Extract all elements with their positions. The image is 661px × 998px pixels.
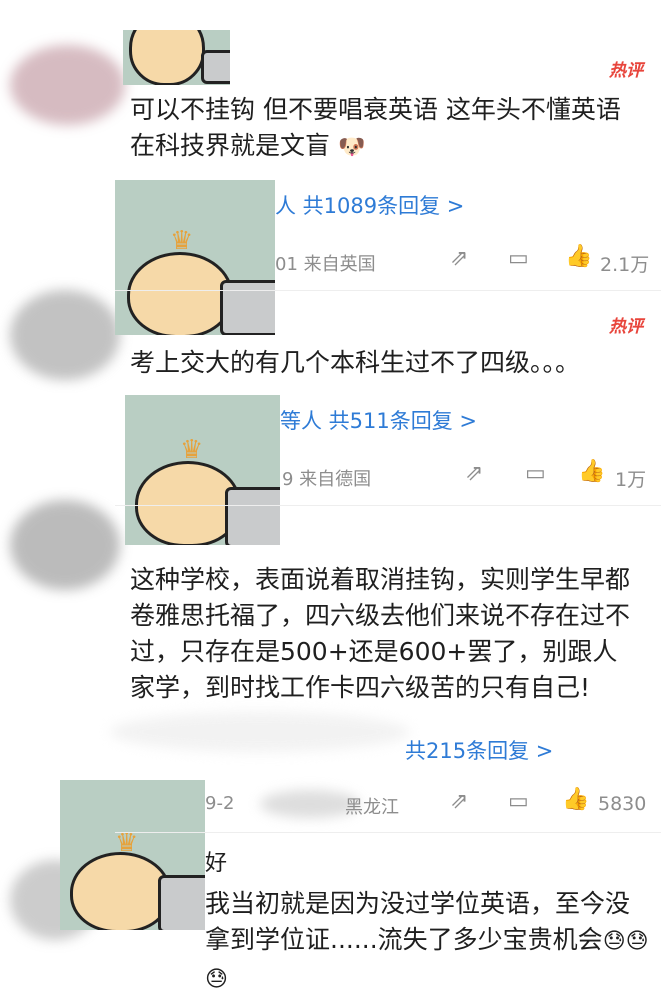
username-fragment: 好 bbox=[205, 851, 228, 876]
comment-text: 可以不挂钩 但不要唱衰英语 这年头不懂英语 在科技界就是文盲 🐶 bbox=[130, 95, 621, 160]
comment-text: 考上交大的有几个本科生过不了四级。。。 bbox=[130, 348, 581, 377]
hot-comment-badge: 热评 bbox=[609, 317, 643, 337]
like-count: 1万 bbox=[615, 469, 647, 491]
comment-meta-date: 9-2 bbox=[205, 793, 235, 814]
blurred-avatar bbox=[10, 500, 120, 590]
like-count: 2.1万 bbox=[600, 254, 650, 276]
comment-meta: 01 来自英国 bbox=[275, 254, 376, 275]
view-replies-link[interactable]: 共215条回复 > bbox=[405, 735, 553, 765]
bear-sticker: ♛ bbox=[115, 180, 275, 335]
share-icon[interactable]: ⇗ bbox=[450, 246, 468, 271]
view-replies-link[interactable]: 人 共1089条回复 > bbox=[275, 190, 464, 220]
blurred-avatar bbox=[10, 45, 125, 125]
thumbs-up-icon[interactable]: 👍 bbox=[562, 787, 589, 812]
comment-icon[interactable]: ▭ bbox=[525, 461, 546, 486]
divider bbox=[115, 290, 661, 291]
blurred-avatar bbox=[10, 290, 120, 380]
share-icon[interactable]: ⇗ bbox=[450, 789, 468, 814]
like-count: 5830 bbox=[598, 793, 647, 815]
divider bbox=[115, 832, 661, 833]
blurred-username bbox=[110, 712, 410, 752]
bear-sticker: ♛ bbox=[125, 395, 280, 545]
comment-icon[interactable]: ▭ bbox=[508, 789, 529, 814]
view-replies-link[interactable]: 等人 共511条回复 > bbox=[280, 405, 477, 435]
bear-sticker: ♛ bbox=[60, 780, 205, 930]
bear-sticker bbox=[123, 30, 230, 85]
thumbs-up-icon[interactable]: 👍 bbox=[565, 244, 592, 269]
comment-icon[interactable]: ▭ bbox=[508, 246, 529, 271]
hot-comment-badge: 热评 bbox=[609, 61, 643, 81]
comment-meta-location: 黑龙江 bbox=[345, 797, 399, 818]
thumbs-up-icon[interactable]: 👍 bbox=[578, 459, 605, 484]
comment-text: 这种学校，表面说着取消挂钩，实则学生早都 卷雅思托福了，四六级去他们来说不存在过… bbox=[130, 565, 631, 702]
divider bbox=[115, 505, 661, 506]
share-icon[interactable]: ⇗ bbox=[465, 461, 483, 486]
comment-meta: 9 来自德国 bbox=[282, 469, 372, 490]
doge-emoji-icon: 🐶 bbox=[337, 135, 366, 160]
comment-text: 我当初就是因为没过学位英语，至今没 拿到学位证......流失了多少宝贵机会😓😓… bbox=[205, 889, 649, 992]
